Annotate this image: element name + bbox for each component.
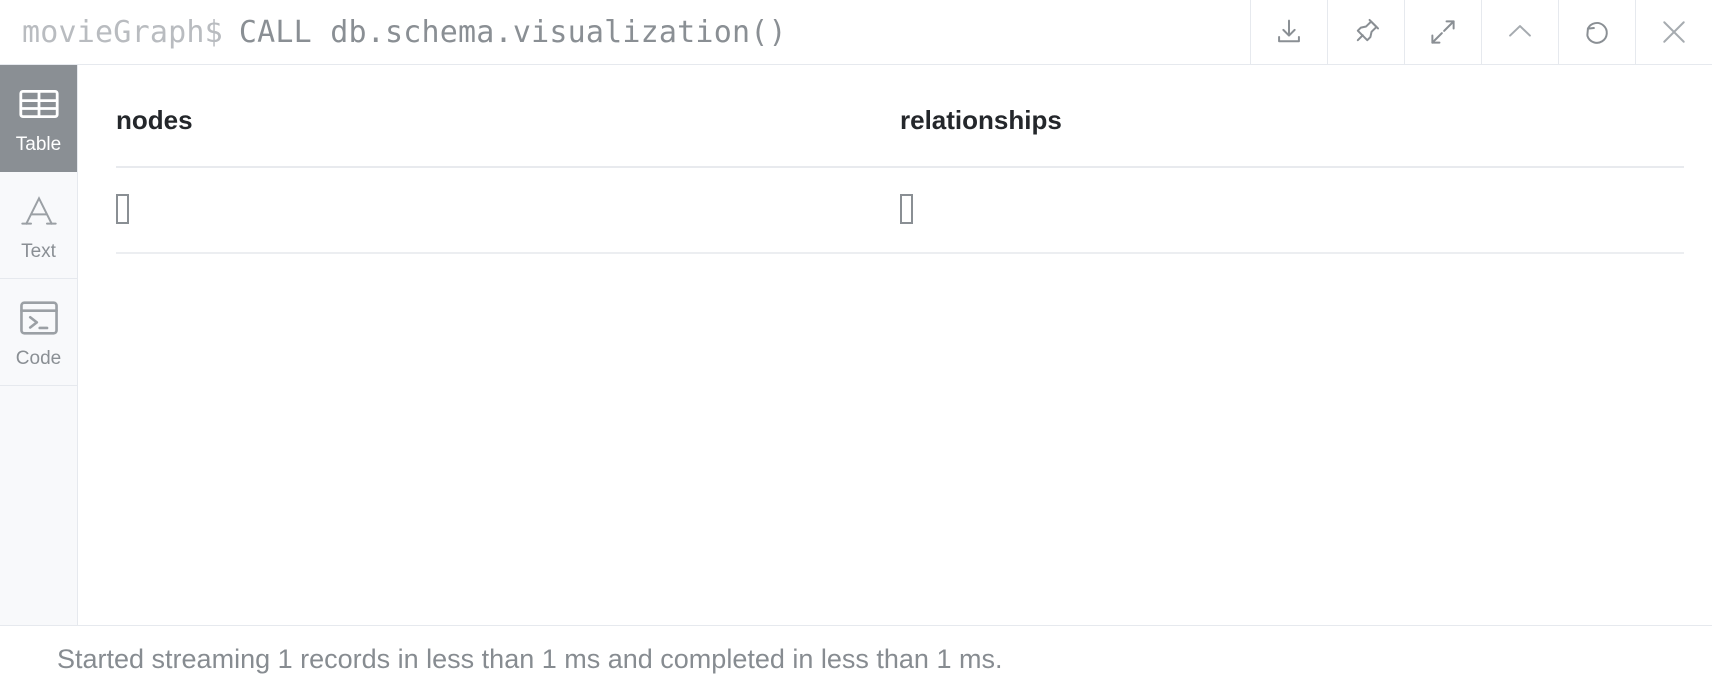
pin-button[interactable] xyxy=(1327,0,1404,64)
table-head: nodes relationships xyxy=(116,65,1684,168)
close-button[interactable] xyxy=(1635,0,1712,64)
frame-header: movieGraph$ CALL db.schema.visualization… xyxy=(0,0,1712,65)
refresh-icon xyxy=(1580,15,1614,49)
table-row[interactable] xyxy=(116,167,1684,255)
cell-relationships[interactable] xyxy=(900,167,1684,255)
result-table: nodes relationships xyxy=(116,65,1684,255)
result-frame: movieGraph$ CALL db.schema.visualization… xyxy=(0,0,1712,692)
sidebar-item-text-label: Text xyxy=(21,240,56,262)
rerun-button[interactable] xyxy=(1558,0,1635,64)
view-switcher-sidebar: Table Text Code xyxy=(0,65,78,625)
sidebar-item-table[interactable]: Table xyxy=(0,65,77,172)
missing-glyph-box xyxy=(900,194,913,225)
prompt-prefix: movieGraph$ xyxy=(22,14,223,50)
table-header-row: nodes relationships xyxy=(116,65,1684,168)
expand-button[interactable] xyxy=(1404,0,1481,64)
cell-nodes[interactable] xyxy=(116,167,900,255)
sidebar-filler xyxy=(0,386,77,625)
sidebar-item-code-label: Code xyxy=(15,347,62,369)
frame-toolbar xyxy=(1250,0,1712,64)
code-terminal-icon xyxy=(18,297,60,339)
cypher-query-text: CALL db.schema.visualization() xyxy=(238,14,787,50)
sidebar-item-code[interactable]: Code xyxy=(0,279,77,386)
close-icon xyxy=(1656,14,1692,50)
sidebar-item-table-label: Table xyxy=(15,133,62,155)
expand-icon xyxy=(1426,15,1460,49)
missing-glyph-box xyxy=(116,194,129,225)
sidebar-item-text[interactable]: Text xyxy=(0,172,77,279)
text-a-icon xyxy=(18,190,60,232)
chevron-up-icon xyxy=(1503,15,1537,49)
table-icon xyxy=(18,83,60,125)
collapse-button[interactable] xyxy=(1481,0,1558,64)
download-icon xyxy=(1272,15,1306,49)
pin-icon xyxy=(1349,15,1383,49)
status-message: Started streaming 1 records in less than… xyxy=(57,643,1003,674)
column-header-relationships[interactable]: relationships xyxy=(900,65,1684,168)
cypher-query-line[interactable]: movieGraph$ CALL db.schema.visualization… xyxy=(0,0,1250,64)
status-bar: Started streaming 1 records in less than… xyxy=(0,625,1712,692)
frame-body: Table Text Code nodes relationships xyxy=(0,65,1712,625)
download-button[interactable] xyxy=(1250,0,1327,64)
result-table-pane: nodes relationships xyxy=(78,65,1712,625)
table-body xyxy=(116,167,1684,255)
column-header-nodes[interactable]: nodes xyxy=(116,65,900,168)
